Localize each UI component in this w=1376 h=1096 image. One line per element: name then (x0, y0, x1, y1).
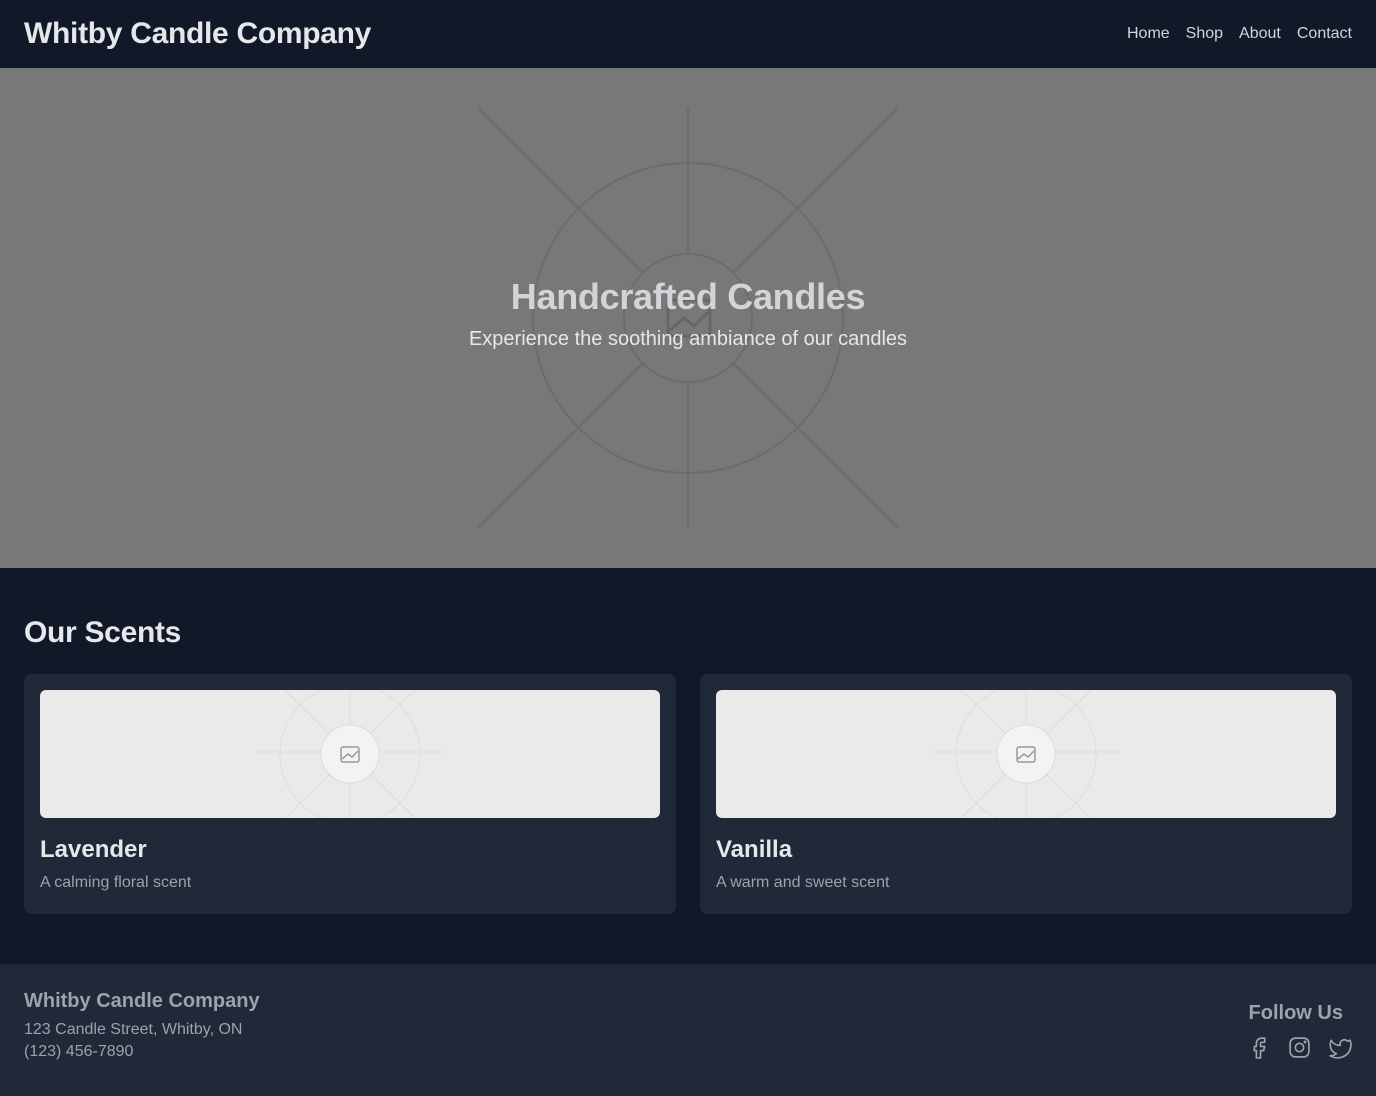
scent-card-lavender[interactable]: Lavender A calming floral scent (24, 674, 676, 914)
scent-name: Vanilla (716, 836, 793, 863)
hero-banner: Handcrafted Candles Experience the sooth… (0, 68, 1376, 568)
hero-text: Handcrafted Candles Experience the sooth… (0, 276, 1376, 351)
site-header: Whitby Candle Company Home Shop About Co… (0, 0, 1376, 68)
nav-contact-link[interactable]: Contact (1297, 25, 1352, 43)
social-links (1247, 1035, 1352, 1060)
scent-card-vanilla[interactable]: Vanilla A warm and sweet scent (700, 674, 1352, 914)
twitter-icon[interactable] (1327, 1035, 1352, 1060)
footer-social: Follow Us (1247, 990, 1352, 1070)
footer-phone: (123) 456-7890 (24, 1043, 134, 1060)
scent-cards: Lavender A calming floral scent Vanilla … (24, 674, 1352, 914)
scent-description: A calming floral scent (40, 874, 192, 891)
scent-name: Lavender (40, 836, 147, 863)
nav-home-link[interactable]: Home (1127, 25, 1170, 43)
hero-subtitle: Experience the soothing ambiance of our … (468, 328, 908, 350)
scent-image-placeholder (40, 690, 660, 818)
scent-image-placeholder (716, 690, 1336, 818)
site-footer: Whitby Candle Company 123 Candle Street,… (0, 964, 1376, 1096)
footer-contact: Whitby Candle Company 123 Candle Street,… (24, 990, 260, 1070)
follow-us-title: Follow Us (1248, 1002, 1343, 1024)
footer-brand: Whitby Candle Company (24, 990, 260, 1012)
main-nav: Home Shop About Contact (1127, 25, 1352, 43)
nav-shop-link[interactable]: Shop (1186, 25, 1223, 43)
scents-section: Our Scents Lavender A calming floral sce… (0, 568, 1376, 964)
footer-address: 123 Candle Street, Whitby, ON (24, 1021, 243, 1038)
scent-description: A warm and sweet scent (716, 874, 890, 891)
nav-about-link[interactable]: About (1239, 25, 1281, 43)
facebook-icon[interactable] (1247, 1035, 1272, 1060)
instagram-icon[interactable] (1287, 1035, 1312, 1060)
hero-title: Handcrafted Candles (510, 276, 866, 317)
brand-logo-text[interactable]: Whitby Candle Company (24, 17, 371, 51)
section-title: Our Scents (24, 616, 182, 649)
